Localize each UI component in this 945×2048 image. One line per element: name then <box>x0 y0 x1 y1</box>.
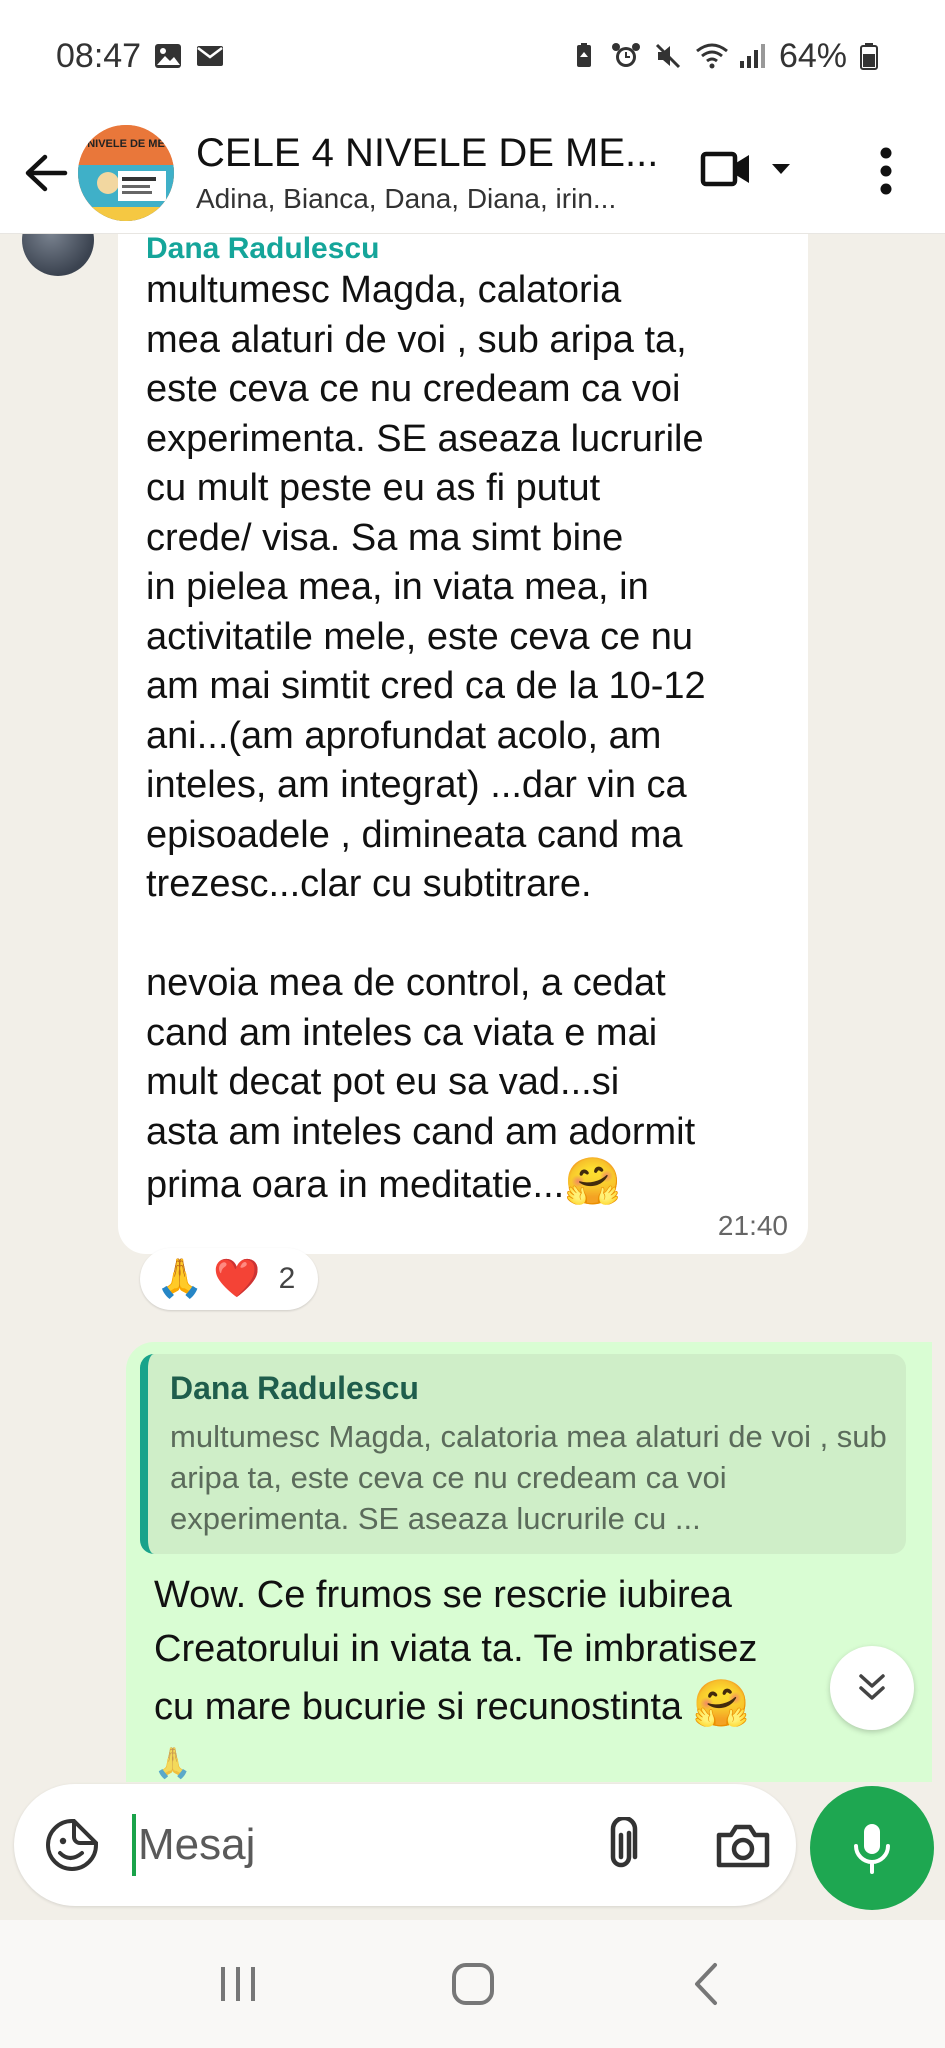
group-members: Adina, Bianca, Dana, Diana, irin... <box>196 182 617 214</box>
wifi-icon <box>695 41 728 71</box>
video-camera-icon <box>700 151 749 187</box>
quoted-reply[interactable]: Dana Radulescu multumesc Magda, calatori… <box>140 1354 906 1554</box>
signal-icon <box>737 41 767 71</box>
message-body: multumesc Magda, calatoria mea alaturi d… <box>146 269 706 1206</box>
outgoing-body: Wow. Ce frumos se rescrie iubirea Creato… <box>154 1574 758 1728</box>
battery-saver-icon <box>569 41 599 71</box>
status-right: 64% <box>569 37 889 76</box>
mute-icon <box>653 41 683 71</box>
scroll-to-bottom-button[interactable] <box>830 1646 914 1730</box>
recent-apps-button[interactable] <box>198 1944 278 2024</box>
text-cursor <box>132 1814 136 1876</box>
chat-area[interactable]: Dana Radulescu multumesc Magda, calatori… <box>0 234 945 1782</box>
incoming-message[interactable]: Dana Radulescu multumesc Magda, calatori… <box>118 234 808 1254</box>
battery-icon <box>859 41 889 71</box>
status-time: 08:47 <box>56 36 142 75</box>
gallery-icon <box>153 41 183 71</box>
mail-icon <box>195 41 225 71</box>
hugging-face-emoji: 🤗 <box>692 1677 750 1729</box>
chevron-down-icon <box>772 164 790 174</box>
double-chevron-down-icon <box>859 1674 885 1700</box>
group-avatar[interactable]: NIVELE DE ME <box>78 124 174 221</box>
voice-message-button[interactable] <box>810 1786 934 1910</box>
reaction-count: 2 <box>278 1262 296 1295</box>
message-input-container[interactable] <box>14 1784 796 1906</box>
header-text[interactable]: CELE 4 NIVELE DE ME... Adina, Bianca, Da… <box>196 129 696 217</box>
quoted-author: Dana Radulescu <box>170 1370 419 1406</box>
sticker-icon <box>46 1819 98 1871</box>
sticker-button[interactable] <box>40 1813 104 1877</box>
red-heart-emoji: ❤️ <box>213 1258 261 1300</box>
message-time: 21:40 <box>717 1210 788 1241</box>
message-input[interactable] <box>138 1820 538 1870</box>
message-reactions[interactable]: 🙏 ❤️ 2 <box>140 1248 318 1310</box>
praying-hands-emoji: 🙏 <box>156 1258 204 1300</box>
message-text: multumesc Magda, calatoria mea alaturi d… <box>146 266 786 1211</box>
status-bar: 08:47 64% <box>0 0 945 112</box>
outgoing-message[interactable]: Dana Radulescu multumesc Magda, calatori… <box>126 1342 932 1782</box>
paperclip-icon <box>610 1817 638 1868</box>
quoted-text: multumesc Magda, calatoria mea alaturi d… <box>170 1419 887 1536</box>
video-call-button[interactable] <box>700 134 810 204</box>
home-button[interactable] <box>433 1944 513 2024</box>
system-navigation-bar <box>0 1920 945 2048</box>
attach-button[interactable] <box>586 1810 656 1880</box>
back-nav-icon <box>694 1963 717 2005</box>
sender-avatar[interactable] <box>22 234 94 276</box>
sender-name[interactable]: Dana Radulescu <box>146 234 379 266</box>
camera-button[interactable] <box>708 1810 778 1880</box>
back-nav-button[interactable] <box>668 1944 748 2024</box>
more-options-button[interactable] <box>866 136 906 206</box>
battery-percent: 64% <box>778 36 847 75</box>
hugging-face-emoji: 🤗 <box>564 1155 622 1207</box>
composer-bar <box>0 1782 945 1920</box>
praying-hands-emoji: 🙏 <box>154 1747 192 1780</box>
microphone-icon <box>854 1824 890 1874</box>
more-vert-icon <box>880 147 892 195</box>
whatsapp-chat-screen: 08:47 64% NIVELE DE ME CELE 4 NIVELE DE … <box>0 0 945 2048</box>
back-arrow-icon <box>25 154 68 191</box>
outgoing-text: Wow. Ce frumos se rescrie iubirea Creato… <box>140 1554 850 1782</box>
home-icon <box>451 1963 494 2005</box>
group-title: CELE 4 NIVELE DE ME... <box>196 130 659 175</box>
camera-icon <box>716 1824 770 1868</box>
avatar-text: NIVELE DE ME <box>87 138 165 150</box>
chat-header: NIVELE DE ME CELE 4 NIVELE DE ME... Adin… <box>0 112 945 234</box>
back-button[interactable] <box>16 143 76 203</box>
alarm-icon <box>611 41 641 71</box>
status-left: 08:47 <box>56 37 225 76</box>
recent-apps-icon <box>220 1967 255 2001</box>
